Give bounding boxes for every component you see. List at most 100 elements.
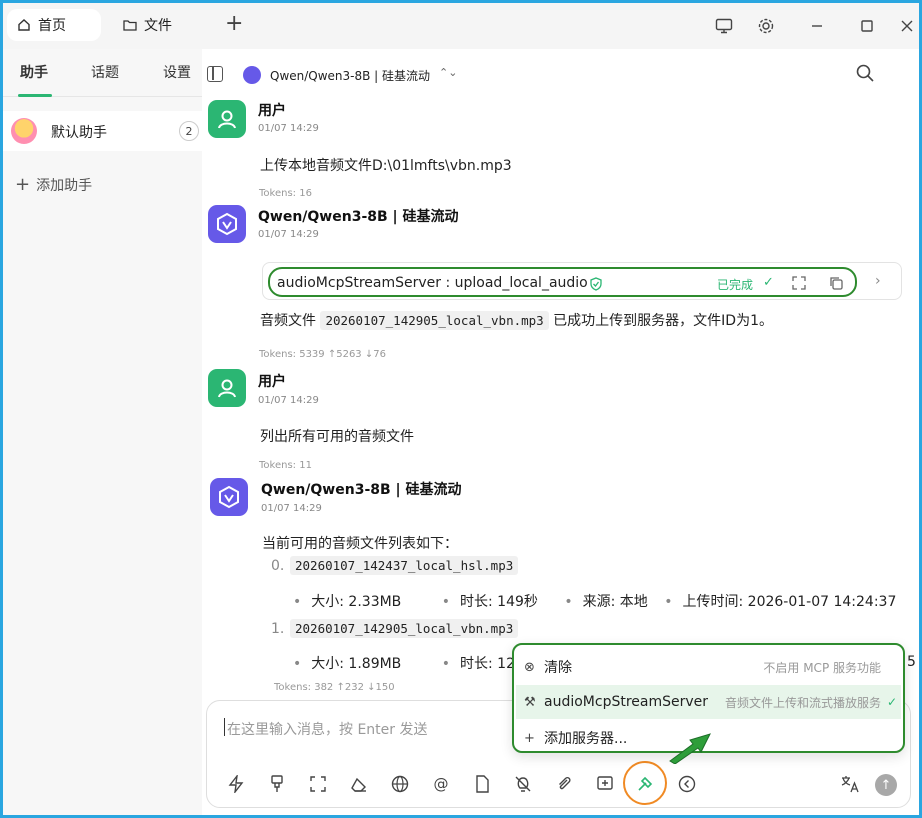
tab-topics[interactable]: 话题 [91, 62, 119, 82]
user-avatar [208, 369, 246, 407]
add-note-icon[interactable] [594, 773, 616, 795]
bullet: • [293, 656, 302, 672]
file-size: 大小: 1.89MB [311, 656, 402, 672]
bullet: • [441, 656, 451, 672]
expand-icon[interactable] [792, 275, 806, 294]
bullet: • [664, 594, 673, 610]
file-duration: 时长: 12 [460, 656, 515, 672]
assistant-name: 默认助手 [51, 125, 107, 141]
token-count: Tokens: 11 [259, 460, 312, 471]
text-segment: 音频文件 [260, 313, 316, 329]
annotation-arrow [669, 733, 711, 764]
sidebar-collapse-icon[interactable] [207, 66, 223, 82]
sender-name: Qwen/Qwen3-8B | 硅基流动 [261, 482, 462, 498]
token-count: Tokens: 382 ↑232 ↓150 [274, 682, 395, 693]
message-text: 列出所有可用的音频文件 [260, 429, 414, 445]
sidebar-item-default-assistant[interactable]: 默认助手 2 [3, 111, 202, 151]
sender-name: Qwen/Qwen3-8B | 硅基流动 [258, 209, 459, 225]
menu-item-label: 添加服务器... [544, 731, 628, 747]
copy-icon[interactable] [829, 275, 843, 294]
tab-home[interactable]: 首页 [7, 9, 101, 41]
menu-item-desc: 不启用 MCP 服务功能 [763, 660, 881, 675]
minimize-icon[interactable] [806, 15, 828, 37]
file-uploaded: 上传时间: 2026-01-07 14:24:37 [682, 594, 897, 610]
mcp-button-highlight [623, 761, 667, 805]
check-icon: ✓ [763, 275, 774, 290]
file-details-row: • 大小: 1.89MB • 时长: 12 [293, 653, 515, 673]
folder-icon [123, 18, 137, 32]
file-name-code: 20260107_142905_local_vbn.mp3 [320, 311, 549, 330]
lightning-icon[interactable] [225, 773, 247, 795]
menu-item-clear[interactable]: ⊗ 清除 不启用 MCP 服务功能 [516, 650, 901, 684]
list-index: 1. [271, 621, 285, 637]
text-segment: 已成功上传到服务器，文件ID为1。 [553, 313, 773, 329]
collapse-left-icon[interactable] [676, 773, 698, 795]
model-logo-icon [243, 66, 261, 84]
menu-item-label: 清除 [544, 660, 572, 676]
sidebar: 助手 话题 设置 默认助手 2 + 添加助手 [3, 49, 202, 815]
message-text: 当前可用的音频文件列表如下： [262, 536, 458, 552]
send-button[interactable]: ↑ [875, 774, 897, 796]
globe-icon[interactable] [389, 773, 411, 795]
menu-item-audio-mcp-server[interactable]: ⚒ audioMcpStreamServer 音频文件上传和流式播放服务 ✓ [516, 685, 901, 719]
lightbulb-off-icon[interactable] [512, 773, 534, 795]
file-size: 大小: 2.33MB [311, 594, 402, 610]
tab-label: 文件 [144, 18, 172, 34]
add-assistant-button[interactable]: + 添加助手 [15, 175, 92, 195]
menu-item-label: audioMcpStreamServer [544, 694, 709, 710]
eraser-icon[interactable] [348, 773, 370, 795]
message-time: 01/07 14:29 [258, 229, 319, 240]
paperclip-icon[interactable] [553, 773, 575, 795]
file-source: 来源: 本地 [582, 594, 648, 610]
search-icon[interactable] [855, 63, 875, 83]
tab-files[interactable]: 文件 [113, 9, 182, 41]
message-time: 01/07 14:29 [258, 395, 319, 406]
maximize-icon[interactable] [856, 15, 878, 37]
text-caret [224, 718, 225, 736]
at-mention-icon[interactable]: @ [430, 773, 452, 795]
sender-name: 用户 [258, 103, 286, 119]
file-details-row: • 大小: 2.33MB • 时长: 149秒 • 来源: 本地 • 上传时间: 202… [293, 591, 896, 611]
new-tab-button[interactable]: + [225, 13, 243, 35]
home-icon [17, 18, 31, 32]
tool-call-name: audioMcpStreamServer : upload_local_audi… [277, 275, 588, 291]
sidebar-tabs: 助手 话题 设置 [3, 49, 202, 97]
translate-icon[interactable] [839, 773, 861, 795]
document-icon[interactable] [471, 773, 493, 795]
assistant-avatar [11, 118, 37, 144]
bullet: • [441, 594, 451, 610]
fullscreen-icon[interactable] [307, 773, 329, 795]
menu-overflow-text: 5 [907, 654, 916, 670]
chat-header: Qwen/Qwen3-8B | 硅基流动 ⌃⌄ [203, 49, 919, 99]
tool-status: 已完成 [717, 278, 754, 292]
chevron-right-icon[interactable]: › [875, 273, 881, 289]
chevron-updown-icon[interactable]: ⌃⌄ [439, 66, 457, 79]
active-tab-indicator [18, 94, 52, 97]
message-list: 用户 01/07 14:29 上传本地音频文件D:\01lmfts\vbn.mp… [203, 99, 919, 699]
file-name-code: 20260107_142905_local_vbn.mp3 [290, 619, 519, 638]
brush-icon[interactable] [266, 773, 288, 795]
user-avatar [208, 100, 246, 138]
sender-name: 用户 [258, 374, 286, 390]
model-avatar [208, 205, 246, 243]
menu-item-desc: 音频文件上传和流式播放服务 [724, 695, 881, 710]
close-icon[interactable] [896, 15, 918, 37]
message-input[interactable]: 在这里输入消息，按 Enter 发送 [227, 719, 427, 739]
bullet: • [293, 594, 302, 610]
monitor-icon[interactable] [713, 15, 735, 37]
token-count: Tokens: 16 [259, 188, 312, 199]
add-assistant-label: 添加助手 [36, 178, 93, 194]
settings-icon[interactable] [755, 15, 777, 37]
check-icon: ✓ [886, 695, 897, 709]
tab-label: 首页 [38, 18, 66, 34]
plus-icon: + [524, 730, 535, 746]
file-duration: 时长: 149秒 [460, 594, 538, 610]
message-time: 01/07 14:29 [261, 503, 322, 514]
shield-check-icon [589, 276, 603, 295]
token-count: Tokens: 5339 ↑5263 ↓76 [259, 349, 386, 360]
model-selector[interactable]: Qwen/Qwen3-8B | 硅基流动 [270, 67, 430, 84]
bullet: • [564, 594, 573, 610]
tab-assistants[interactable]: 助手 [20, 62, 48, 82]
tab-settings[interactable]: 设置 [163, 62, 191, 82]
topic-count-badge: 2 [179, 121, 199, 141]
